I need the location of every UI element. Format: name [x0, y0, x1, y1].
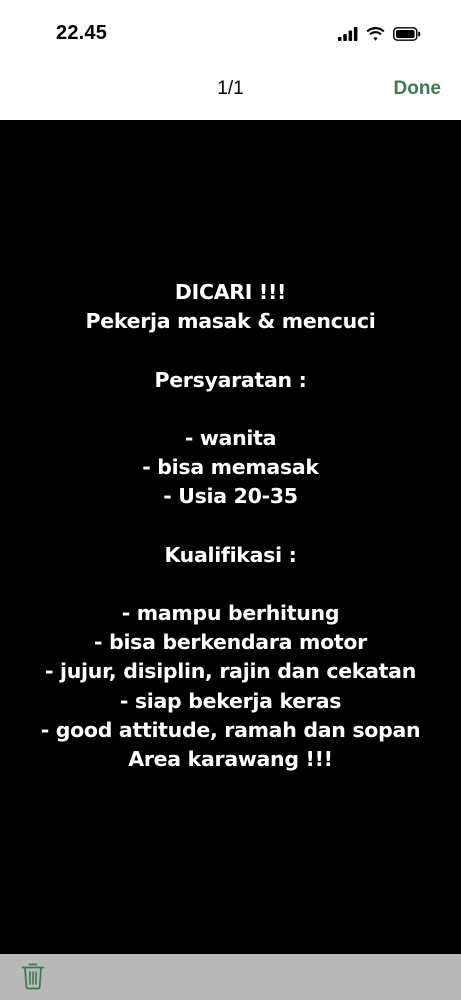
requirement-item: - bisa memasak [142, 455, 319, 480]
cellular-signal-icon [338, 27, 358, 41]
qualification-item: - good attitude, ramah dan sopan [40, 717, 421, 742]
poster-text: DICARI !!! Pekerja masak & mencuci Persy… [0, 278, 461, 774]
nav-bar: 1/1 Done [0, 66, 461, 118]
qualification-item: - jujur, disiplin, rajin dan cekatan [44, 659, 416, 684]
bottom-toolbar [0, 954, 461, 1000]
trash-icon [21, 963, 45, 990]
status-bar: 22.45 [0, 0, 461, 66]
wifi-icon [366, 27, 385, 41]
poster-spacer [0, 395, 461, 424]
qualifications-heading: Kualifikasi : [164, 542, 297, 567]
qualification-item: - mampu berhitung [121, 601, 340, 626]
delete-button[interactable] [18, 960, 48, 992]
done-button[interactable]: Done [394, 78, 442, 100]
poster-location: Area karawang !!! [128, 747, 333, 771]
poster-headline: DICARI !!! [174, 280, 287, 304]
page-counter: 1/1 [217, 78, 244, 99]
requirements-heading: Persyaratan : [154, 367, 307, 392]
poster-spacer [0, 512, 461, 541]
poster-spacer [0, 336, 461, 365]
qualification-item: - siap bekerja keras [119, 688, 342, 713]
status-icons [338, 24, 421, 44]
battery-icon [393, 27, 421, 41]
poster-subheadline: Pekerja masak & mencuci [85, 309, 376, 334]
requirement-item: - Usia 20-35 [163, 484, 298, 509]
status-time: 22.45 [56, 22, 108, 44]
image-viewer-screen: 22.45 1/1 Done DICARI !!! Pekerja masak … [0, 0, 461, 1000]
qualification-item: - bisa berkendara motor [94, 630, 367, 655]
poster-spacer [0, 570, 461, 599]
requirement-item: - wanita [184, 425, 277, 450]
